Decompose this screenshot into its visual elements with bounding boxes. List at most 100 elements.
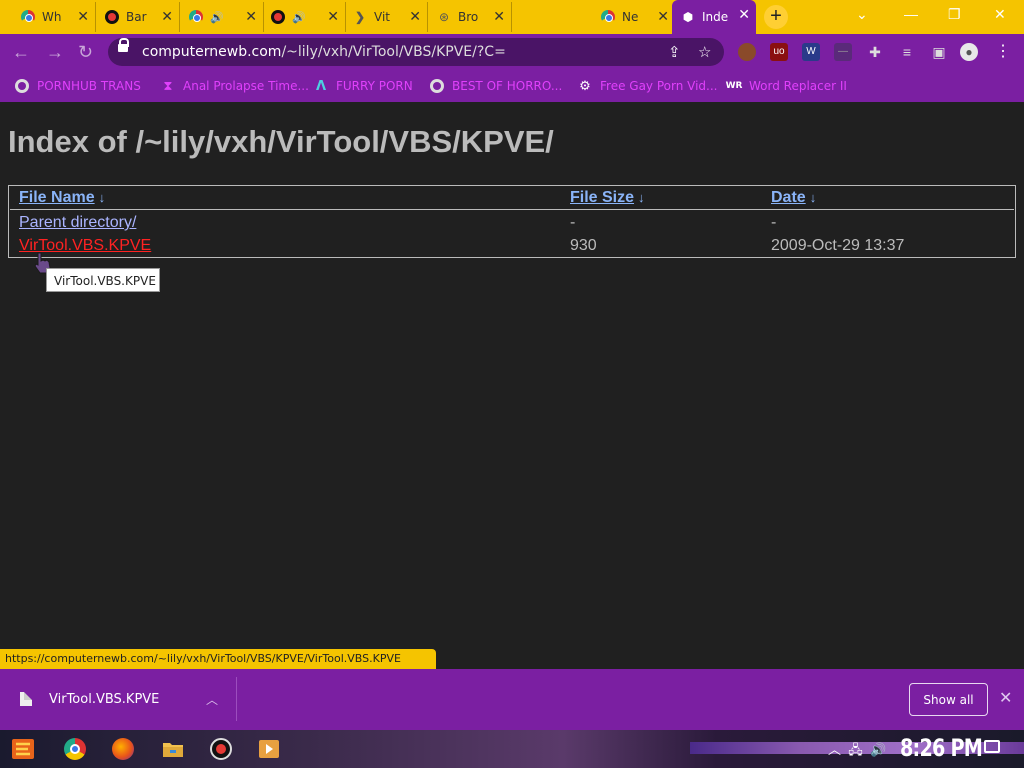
speaker-icon[interactable]: 🔊	[210, 11, 224, 24]
download-item[interactable]: VirTool.VBS.KPVE	[20, 686, 232, 712]
status-url-bubble: https://computernewb.com/~lily/vxh/VirTo…	[0, 649, 436, 669]
side-panel-icon[interactable]: ▣	[930, 43, 948, 61]
restore-icon[interactable]: ❐	[948, 6, 961, 23]
chrome-taskbar-icon[interactable]	[60, 734, 90, 764]
start-button[interactable]	[8, 734, 38, 764]
browser-tab[interactable]: 🔊 ✕	[180, 2, 264, 32]
notification-icon[interactable]	[984, 740, 1000, 753]
close-shelf-icon[interactable]: ✕	[999, 688, 1012, 708]
extension-icon[interactable]: —	[834, 43, 852, 61]
tab-search-icon[interactable]: ⌄	[856, 6, 868, 23]
browser-tab[interactable]: Wh ✕	[12, 2, 96, 32]
share-icon[interactable]: ⇪	[668, 43, 681, 61]
browser-tab[interactable]: Bar ✕	[96, 2, 180, 32]
sort-by-size-link[interactable]: File Size ↓	[570, 189, 645, 207]
header-divider	[10, 209, 1014, 210]
back-icon[interactable]: ←	[12, 42, 30, 63]
file-icon	[20, 692, 32, 706]
show-all-button[interactable]: Show all	[909, 683, 988, 716]
sort-arrow-icon: ↓	[638, 190, 645, 205]
record-icon	[270, 9, 286, 25]
avatar[interactable]: ●	[960, 43, 978, 61]
chrome-icon	[20, 9, 36, 25]
file-size-cell: 930	[570, 237, 597, 254]
forward-icon[interactable]: →	[46, 42, 64, 63]
tab-title: Vit	[374, 10, 390, 24]
close-tab-icon[interactable]: ✕	[409, 9, 421, 23]
sort-by-date-link[interactable]: Date ↓	[771, 189, 816, 207]
reload-icon[interactable]: ↻	[78, 42, 93, 63]
bookmark-label: BEST OF HORRO...	[452, 79, 563, 93]
close-tab-icon[interactable]: ✕	[327, 9, 339, 23]
speaker-icon[interactable]: 🔊	[292, 11, 306, 24]
close-tab-icon[interactable]: ✕	[657, 9, 669, 23]
tab-title: Bar	[126, 10, 147, 24]
globe-icon	[14, 78, 30, 94]
minimize-icon[interactable]: —	[904, 6, 918, 22]
chrome-icon	[188, 9, 204, 25]
ublock-icon[interactable]: uo	[770, 43, 788, 61]
address-bar[interactable]: computernewb.com/~lily/vxh/VirTool/VBS/K…	[108, 38, 724, 66]
ufo-icon: ⊛	[438, 10, 450, 24]
media-player-taskbar-icon[interactable]	[254, 734, 284, 764]
page-title: Index of /~lily/vxh/VirTool/VBS/KPVE/	[8, 124, 554, 159]
browser-toolbar: ← → ↻ computernewb.com/~lily/vxh/VirTool…	[0, 34, 1024, 70]
taskbar-clock[interactable]: 8:26 PM	[900, 734, 983, 762]
file-size-cell: -	[570, 214, 576, 231]
bookmark-item[interactable]: ⧗ Anal Prolapse Time...	[160, 78, 309, 94]
page-content: Index of /~lily/vxh/VirTool/VBS/KPVE/ Fi…	[0, 102, 1024, 650]
bookmark-star-icon[interactable]: ☆	[698, 43, 711, 61]
new-tab-button[interactable]: +	[764, 5, 788, 29]
browser-tab[interactable]: ⊛ Bro ✕	[428, 2, 512, 32]
bookmark-label: PORNHUB TRANS	[37, 79, 141, 93]
firefox-taskbar-icon[interactable]	[108, 734, 138, 764]
recorder-taskbar-icon[interactable]	[206, 734, 236, 764]
close-tab-icon[interactable]: ✕	[738, 7, 750, 21]
sort-arrow-icon: ↓	[98, 190, 106, 205]
gear-icon: ⚙	[579, 78, 591, 94]
close-tab-icon[interactable]: ✕	[245, 9, 257, 23]
close-tab-icon[interactable]: ✕	[161, 9, 173, 23]
download-filename: VirTool.VBS.KPVE	[49, 691, 160, 707]
bookmark-label: FURRY PORN	[336, 79, 413, 93]
chrome-icon	[600, 9, 616, 25]
bookmarks-bar: PORNHUB TRANS ⧗ Anal Prolapse Time... Λ …	[0, 70, 1024, 102]
taskbar: ︿ 🖧 🔊 8:26 PM	[0, 730, 1024, 768]
browser-tab[interactable]: 🔊 ✕	[262, 2, 346, 32]
tab-title: Ne	[622, 10, 639, 24]
globe-icon	[429, 78, 445, 94]
sort-by-name-link[interactable]: File Name ↓	[19, 189, 105, 207]
word-replacer-icon[interactable]: W	[802, 43, 820, 61]
hourglass-icon: ⧗	[163, 78, 173, 94]
bookmark-item[interactable]: PORNHUB TRANS	[14, 78, 141, 94]
tab-title: Wh	[42, 10, 62, 24]
file-explorer-taskbar-icon[interactable]	[158, 734, 188, 764]
bookmark-item[interactable]: Λ FURRY PORN	[313, 78, 413, 94]
lock-icon[interactable]	[118, 38, 129, 52]
close-tab-icon[interactable]: ✕	[77, 9, 89, 23]
tab-title: Inde	[702, 10, 728, 24]
menu-icon[interactable]: ⋮	[994, 43, 1012, 61]
close-window-icon[interactable]: ✕	[994, 6, 1006, 23]
system-tray-icons[interactable]: ︿ 🖧 🔊	[828, 739, 886, 763]
parent-directory-link[interactable]: Parent directory/	[19, 214, 136, 232]
tab-title: Bro	[458, 10, 479, 24]
browser-tab-active[interactable]: ⬢ Inde ✕	[672, 0, 756, 34]
extensions-puzzle-icon[interactable]: ✚	[866, 43, 884, 61]
chevron-up-icon[interactable]: ︿	[206, 691, 218, 708]
bookmark-label: Anal Prolapse Time...	[183, 79, 309, 93]
date-cell: -	[771, 214, 777, 231]
download-shelf: VirTool.VBS.KPVE ︿ Show all ✕	[0, 669, 1024, 730]
bookmark-item[interactable]: ⚙ Free Gay Porn Vid...	[577, 78, 717, 94]
close-tab-icon[interactable]: ✕	[493, 9, 505, 23]
bookmark-item[interactable]: BEST OF HORRO...	[429, 78, 562, 94]
reading-list-icon[interactable]: ≡	[898, 43, 916, 61]
bookmark-label: Free Gay Porn Vid...	[600, 79, 718, 93]
profile-extension-icon[interactable]	[738, 43, 756, 61]
browser-tab[interactable]: Ne ✕	[592, 2, 676, 32]
browser-tab[interactable]: ❯ Vit ✕	[344, 2, 428, 32]
tab-strip: Wh ✕ Bar ✕ 🔊 ✕ 🔊 ✕ ❯ Vit ✕ ⊛ Bro ✕ Ne ✕ …	[0, 0, 1024, 34]
record-icon	[104, 9, 120, 25]
url-text[interactable]: computernewb.com/~lily/vxh/VirTool/VBS/K…	[142, 44, 506, 60]
bookmark-item[interactable]: WR Word Replacer II	[726, 78, 847, 94]
